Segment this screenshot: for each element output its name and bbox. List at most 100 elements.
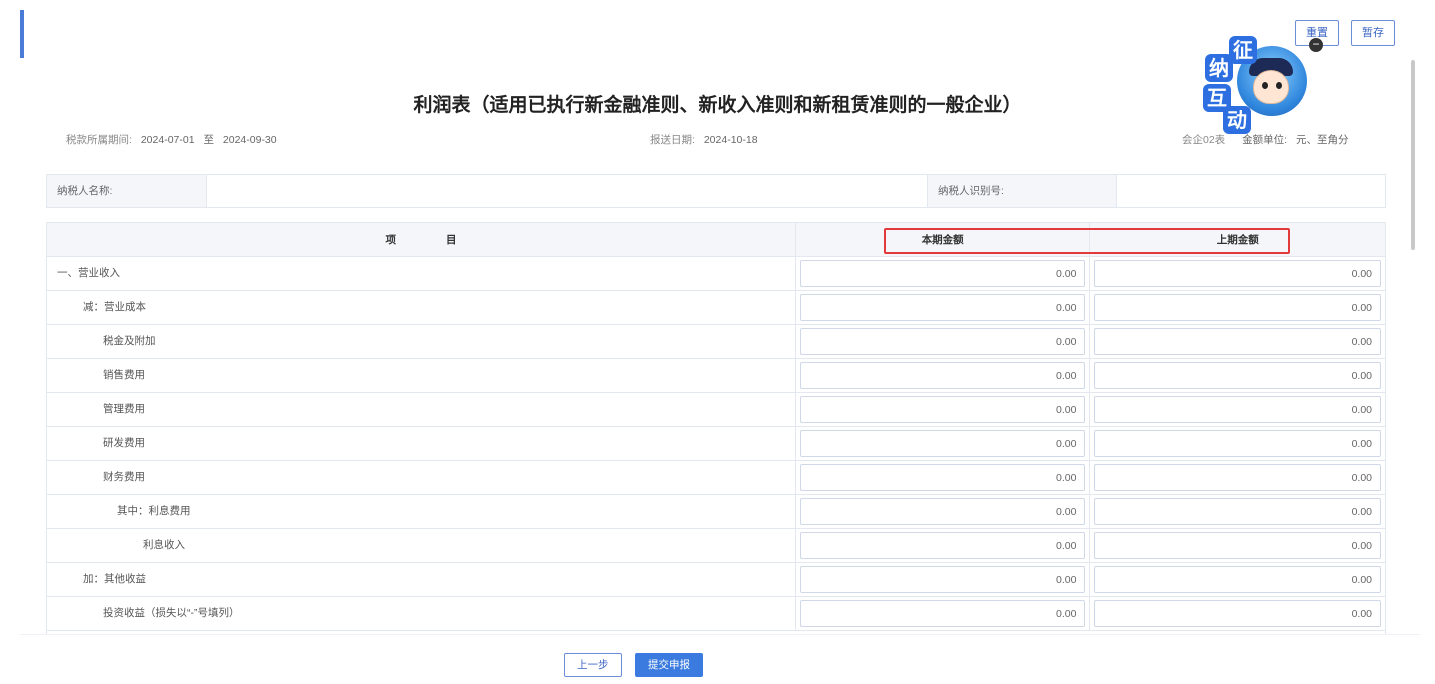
previous-amount-input[interactable] [1094, 260, 1381, 287]
table-row: 一、营业收入 [47, 257, 1385, 291]
current-amount-cell [796, 325, 1091, 358]
current-amount-cell [796, 597, 1091, 630]
previous-amount-input[interactable] [1094, 600, 1381, 627]
assistant-eye-icon [1276, 82, 1282, 89]
report-date-value: 2024-10-18 [703, 134, 758, 146]
header-item: 项目 [47, 223, 796, 256]
table-row: 管理费用 [47, 393, 1385, 427]
current-amount-input[interactable] [799, 498, 1086, 525]
current-amount-input[interactable] [799, 430, 1086, 457]
previous-amount-cell [1090, 563, 1385, 596]
row-label: 一、营业收入 [47, 257, 796, 290]
tax-period-end: 2024-09-30 [222, 134, 277, 146]
unit-label: 金额单位: [1242, 134, 1288, 146]
row-label: 利息收入 [47, 529, 796, 562]
previous-amount-cell [1090, 359, 1385, 392]
page: 重置 暂存 − 征 纳 互 动 利润表（适用已执行新金融准则、新收入准则和新租赁… [0, 0, 1435, 684]
taxpayer-name-label: 纳税人名称: [47, 175, 207, 207]
minimize-icon[interactable]: − [1309, 38, 1323, 52]
table-body: 一、营业收入减：营业成本税金及附加销售费用管理费用研发费用财务费用其中：利息费用… [47, 257, 1385, 631]
current-amount-input[interactable] [799, 566, 1086, 593]
previous-amount-cell [1090, 393, 1385, 426]
previous-amount-cell [1090, 325, 1385, 358]
current-amount-input[interactable] [799, 396, 1086, 423]
tax-period-to: 至 [203, 134, 214, 146]
current-amount-input[interactable] [799, 600, 1086, 627]
current-amount-input[interactable] [799, 294, 1086, 321]
unit-value: 元、至角分 [1295, 134, 1349, 146]
previous-step-button[interactable]: 上一步 [564, 653, 622, 677]
table-row: 财务费用 [47, 461, 1385, 495]
previous-amount-cell [1090, 291, 1385, 324]
previous-amount-cell [1090, 495, 1385, 528]
assistant-eye-icon [1262, 82, 1268, 89]
previous-amount-input[interactable] [1094, 566, 1381, 593]
assistant-widget[interactable]: 征 纳 互 动 [1199, 36, 1309, 136]
previous-amount-input[interactable] [1094, 464, 1381, 491]
previous-amount-input[interactable] [1094, 362, 1381, 389]
footer-bar: 上一步 提交申报 [20, 634, 1420, 684]
table-row: 利息收入 [47, 529, 1385, 563]
table-header: 项目 本期金额 上期金额 [47, 223, 1385, 257]
row-label: 其中：利息费用 [47, 495, 796, 528]
taxpayer-name-value [207, 175, 927, 207]
table-row: 研发费用 [47, 427, 1385, 461]
current-amount-input[interactable] [799, 362, 1086, 389]
header-previous-amount: 上期金额 [1216, 234, 1259, 246]
current-amount-input[interactable] [799, 260, 1086, 287]
previous-amount-input[interactable] [1094, 532, 1381, 559]
previous-amount-input[interactable] [1094, 430, 1381, 457]
table-row: 其中：利息费用 [47, 495, 1385, 529]
tax-period-label: 税款所属期间: [66, 134, 132, 146]
header-current-amount: 本期金额 [796, 223, 1091, 256]
previous-amount-input[interactable] [1094, 498, 1382, 525]
previous-amount-input[interactable] [1094, 396, 1381, 423]
page-title: 利润表（适用已执行新金融准则、新收入准则和新租赁准则的一般企业） [413, 94, 1022, 116]
row-label: 投资收益（损失以“-”号填列） [47, 597, 796, 630]
previous-amount-cell [1090, 427, 1385, 460]
row-label: 税金及附加 [47, 325, 796, 358]
previous-amount-cell [1090, 461, 1385, 494]
row-label: 销售费用 [47, 359, 796, 392]
row-label: 研发费用 [47, 427, 796, 460]
previous-amount-input[interactable] [1094, 328, 1381, 355]
taxpayer-id-label: 纳税人识别号: [927, 175, 1117, 207]
current-amount-input[interactable] [799, 532, 1086, 559]
taxpayer-id-value [1117, 175, 1385, 207]
previous-amount-input[interactable] [1094, 294, 1381, 321]
current-amount-cell [796, 257, 1091, 290]
current-amount-cell [796, 563, 1091, 596]
current-amount-cell [796, 359, 1091, 392]
row-label: 管理费用 [47, 393, 796, 426]
report-date-label: 报送日期: [650, 134, 695, 146]
current-amount-input[interactable] [799, 464, 1086, 491]
current-amount-cell [796, 427, 1091, 460]
income-statement-table: 项目 本期金额 上期金额 一、营业收入减：营业成本税金及附加销售费用管理费用研发… [46, 222, 1386, 634]
row-label: 财务费用 [47, 461, 796, 494]
submit-declaration-button[interactable]: 提交申报 [635, 653, 703, 677]
table-row: 销售费用 [47, 359, 1385, 393]
left-accent-bar [20, 10, 24, 58]
previous-amount-cell [1090, 597, 1385, 630]
tax-period-start: 2024-07-01 [140, 134, 195, 146]
table-row: 税金及附加 [47, 325, 1385, 359]
row-label: 加：其他收益 [47, 563, 796, 596]
current-amount-cell [796, 529, 1091, 562]
save-draft-button[interactable]: 暂存 [1351, 20, 1395, 46]
table-row: 减：营业成本 [47, 291, 1385, 325]
table-row: 加：其他收益 [47, 563, 1385, 597]
previous-amount-cell [1090, 257, 1385, 290]
report-date: 报送日期: 2024-10-18 [650, 132, 758, 147]
taxpayer-info: 纳税人名称: 纳税人识别号: [46, 174, 1386, 208]
current-amount-cell [796, 393, 1091, 426]
current-amount-input[interactable] [799, 328, 1086, 355]
vertical-scrollbar[interactable] [1411, 60, 1415, 250]
form-code: 会企02表 [1182, 134, 1226, 146]
row-label: 减：营业成本 [47, 291, 796, 324]
form-unit: 会企02表 金额单位: 元、至角分 [1182, 132, 1348, 147]
assistant-label: 征 纳 互 动 [1199, 36, 1259, 134]
current-amount-cell [796, 495, 1091, 528]
assistant-char: 纳 [1205, 54, 1233, 82]
assistant-char: 征 [1229, 36, 1257, 64]
current-amount-cell [796, 291, 1091, 324]
